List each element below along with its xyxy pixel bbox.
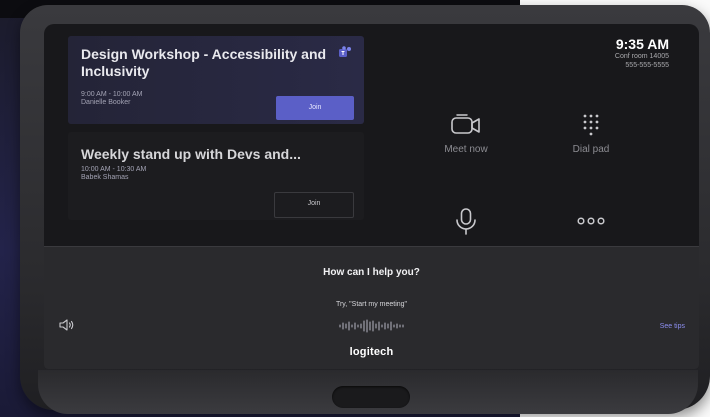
voice-hint: Try, "Start my meeting" <box>335 301 408 308</box>
meeting-time: 10:00 AM - 10:30 AM <box>81 166 147 173</box>
brand-logo: logitech <box>349 346 394 358</box>
teams-icon <box>339 46 351 57</box>
device-hardware-button[interactable] <box>332 386 410 408</box>
touch-screen: Design Workshop - Accessibility and Incl… <box>44 24 699 369</box>
meeting-card[interactable]: Design Workshop - Accessibility and Incl… <box>68 36 364 124</box>
more-dots-icon <box>577 217 605 225</box>
meeting-host: Danielle Booker <box>81 99 131 106</box>
more-button[interactable] <box>541 206 641 236</box>
microphone-icon <box>456 208 476 235</box>
room-phone: 555-555-5555 <box>625 62 669 69</box>
meeting-host: Babek Shamas <box>81 174 129 181</box>
join-button[interactable]: Join <box>276 96 354 120</box>
voice-prompt-title: How can I help you? <box>323 267 420 278</box>
meet-now-button[interactable]: Meet now <box>416 112 516 155</box>
meeting-time: 9:00 AM - 10:00 AM <box>81 91 143 98</box>
dial-pad-button[interactable]: Dial pad <box>541 112 641 155</box>
voice-assistant-panel: How can I help you? Try, "Start my meeti… <box>44 246 699 369</box>
join-button[interactable]: Join <box>274 192 354 218</box>
meeting-title: Design Workshop - Accessibility and Incl… <box>81 46 327 79</box>
meeting-title: Weekly stand up with Devs and... <box>81 146 301 162</box>
room-name: Conf room 14005 <box>614 53 669 60</box>
video-camera-icon <box>451 114 480 134</box>
dial-pad-icon <box>583 114 599 136</box>
meet-now-label: Meet now <box>444 144 488 155</box>
clock-time: 9:35 AM <box>615 36 669 52</box>
speaker-icon[interactable] <box>58 318 76 332</box>
waveform-icon <box>339 319 404 333</box>
see-tips-link[interactable]: See tips <box>660 323 685 330</box>
microphone-button[interactable] <box>416 206 516 236</box>
meeting-card[interactable]: Weekly stand up with Devs and... 10:00 A… <box>68 132 364 220</box>
dial-pad-label: Dial pad <box>572 144 610 155</box>
clock-panel: 9:35 AM Conf room 14005 555-555-5555 <box>615 36 669 70</box>
